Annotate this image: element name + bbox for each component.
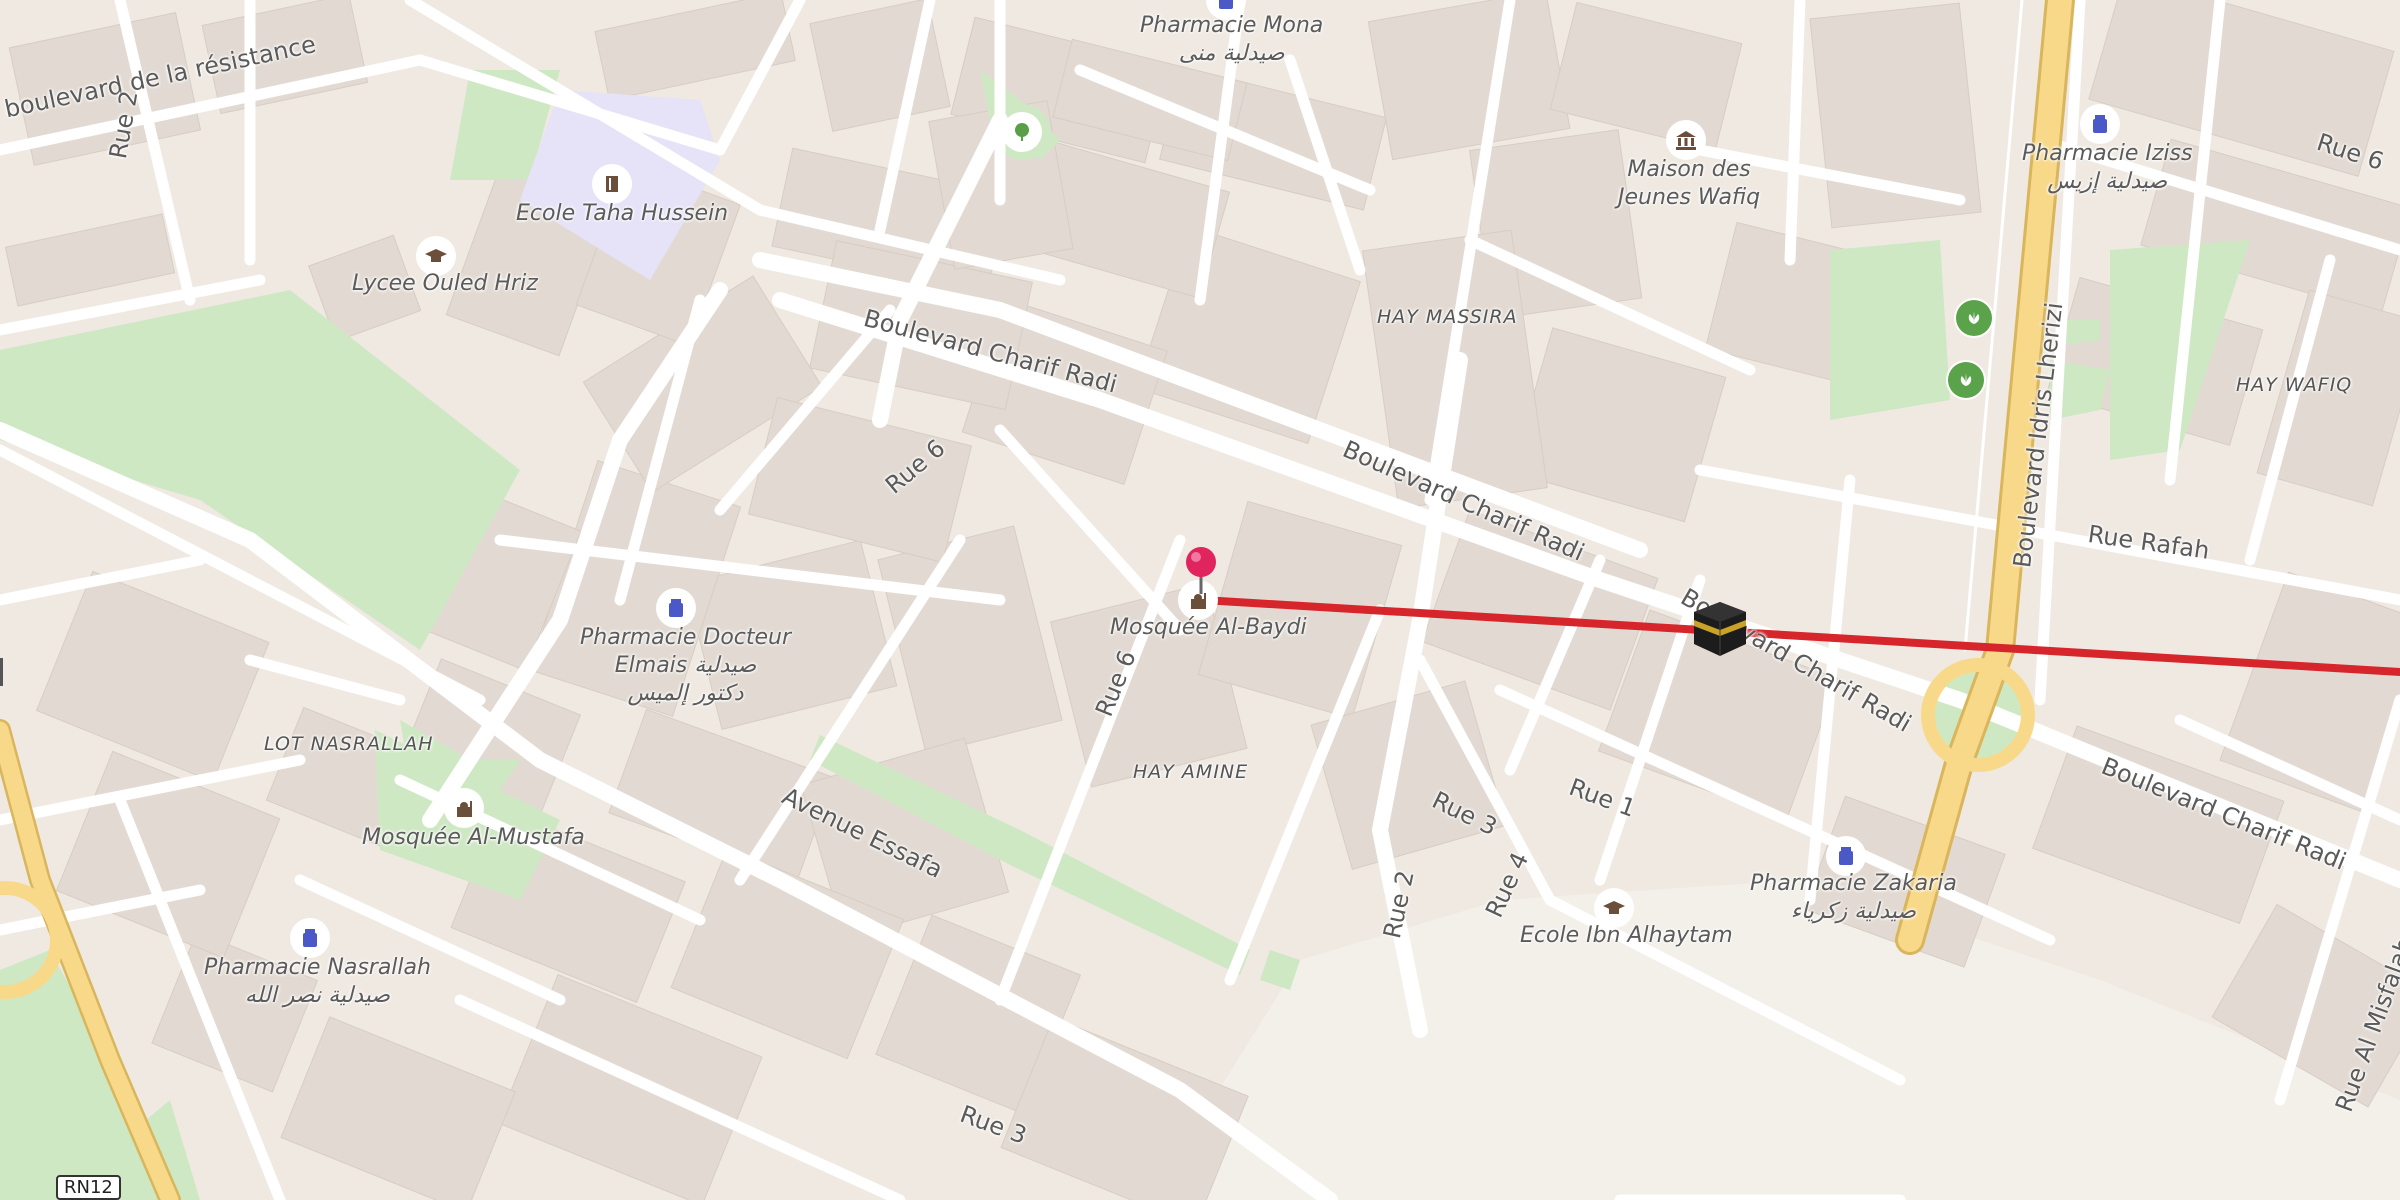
poi-label: Maison des	[1627, 157, 1751, 182]
area-lot-nasrallah: LOT NASRALLAH	[264, 733, 434, 755]
poi-label-ar: صيدلية إزيس	[2047, 169, 2168, 194]
pharmacy-icon[interactable]	[1828, 838, 1864, 874]
mosque-icon[interactable]	[446, 790, 482, 826]
poi-label-line2: Elmais صيدلية	[614, 653, 757, 678]
graduation-cap-icon[interactable]	[418, 238, 454, 274]
map-edge-handle	[0, 658, 3, 686]
poi-pharmacie-zakaria[interactable]: Pharmacie Zakaria صيدلية زكرياء	[1750, 870, 1957, 926]
poi-label-ar: دكتور إلميس	[627, 681, 744, 706]
poi-label: Pharmacie Iziss	[2022, 141, 2193, 166]
poi-label-ar: صيدلية زكرياء	[1790, 899, 1917, 924]
poi-label: Pharmacie Docteur	[580, 625, 792, 650]
poi-label: Pharmacie Zakaria	[1750, 871, 1957, 896]
poi-lycee-ouled-hriz[interactable]: Lycee Ouled Hriz	[352, 270, 538, 298]
pharmacy-icon[interactable]	[292, 920, 328, 956]
poi-pharmacie-docteur-elmais[interactable]: Pharmacie Docteur Elmais صيدلية دكتور إلمي…	[580, 624, 791, 708]
route-badge-rn12: RN12	[56, 1175, 121, 1200]
garden-icon[interactable]	[1956, 300, 1992, 336]
poi-label-line2: Jeunes Wafiq	[1618, 185, 1761, 210]
area-hay-wafiq: HAY WAFIQ	[2236, 374, 2353, 396]
poi-pharmacie-iziss[interactable]: Pharmacie Iziss صيدلية إزيس	[2022, 140, 2192, 196]
poi-pharmacie-nasrallah[interactable]: Pharmacie Nasrallah صيدلية نصر الله	[204, 954, 431, 1010]
garden-icon[interactable]	[1948, 362, 1984, 398]
area-hay-amine: HAY AMINE	[1133, 761, 1249, 783]
poi-pharmacie-mona[interactable]: Pharmacie Mona صيدلية منى	[1140, 12, 1323, 68]
location-pin-icon[interactable]	[1183, 546, 1219, 594]
community-building-icon[interactable]	[1668, 122, 1704, 158]
graduation-cap-icon[interactable]	[1596, 890, 1632, 926]
pharmacy-icon[interactable]	[658, 590, 694, 626]
poi-ecole-taha-hussein[interactable]: Ecole Taha Hussein	[516, 200, 728, 228]
map-canvas[interactable]: HAY MASSIRA HAY WAFIQ HAY AMINE LOT NASR…	[0, 0, 2400, 1200]
poi-label: Pharmacie Nasrallah	[204, 955, 431, 980]
poi-maison-des-jeunes[interactable]: Maison des Jeunes Wafiq	[1618, 156, 1760, 212]
poi-label-ar: صيدلية نصر الله	[244, 983, 391, 1008]
kaaba-icon[interactable]	[1692, 600, 1748, 658]
poi-ecole-ibn-alhaytam[interactable]: Ecole Ibn Alhaytam	[1520, 922, 1733, 950]
poi-mosquee-al-baydi[interactable]: Mosquée Al-Baydi	[1110, 614, 1307, 642]
pharmacy-icon[interactable]	[2082, 106, 2118, 142]
area-hay-massira: HAY MASSIRA	[1377, 306, 1518, 328]
poi-mosquee-al-mustafa[interactable]: Mosquée Al-Mustafa	[362, 824, 585, 852]
school-icon[interactable]	[594, 166, 630, 202]
poi-label-ar: صيدلية منى	[1178, 41, 1285, 66]
tree-icon[interactable]	[1004, 114, 1040, 150]
poi-label: Pharmacie Mona	[1140, 13, 1324, 38]
